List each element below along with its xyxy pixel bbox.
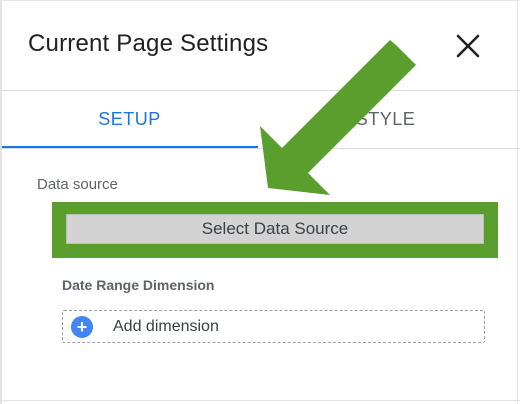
close-button[interactable] bbox=[452, 30, 484, 62]
page-settings-panel: Current Page Settings SETUP STYLE Data s… bbox=[0, 0, 520, 404]
tabs-divider bbox=[0, 148, 520, 149]
panel-title: Current Page Settings bbox=[28, 30, 269, 57]
add-dimension-button[interactable]: + Add dimension bbox=[62, 310, 485, 343]
date-range-dimension-label: Date Range Dimension bbox=[62, 277, 215, 293]
select-data-source-button[interactable]: Select Data Source bbox=[66, 214, 484, 244]
close-icon bbox=[456, 34, 480, 58]
panel-bottom-border bbox=[0, 400, 520, 401]
settings-tabs: SETUP STYLE bbox=[0, 91, 520, 149]
panel-header: Current Page Settings bbox=[0, 0, 520, 90]
add-dimension-label: Add dimension bbox=[113, 318, 219, 335]
data-source-label: Data source bbox=[37, 176, 118, 193]
plus-icon: + bbox=[71, 316, 93, 338]
tab-setup[interactable]: SETUP bbox=[2, 91, 257, 147]
tab-style[interactable]: STYLE bbox=[258, 91, 513, 147]
